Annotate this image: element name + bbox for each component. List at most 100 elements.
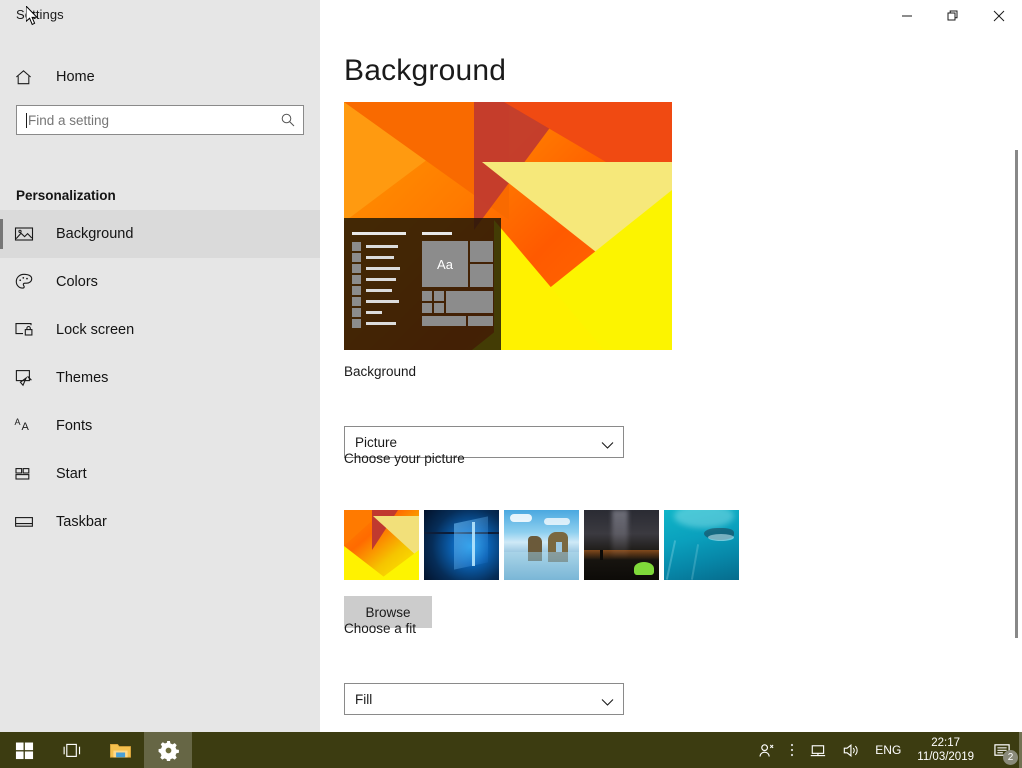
- restore-button[interactable]: [930, 0, 976, 32]
- search-placeholder: Find a setting: [28, 112, 110, 128]
- palette-icon: [14, 272, 46, 292]
- language-indicator[interactable]: ENG: [868, 743, 908, 757]
- sidebar: Home Find a setting Personalization Back…: [0, 32, 320, 732]
- picture-thumbnails: [344, 510, 739, 580]
- start-menu-tile: [422, 291, 432, 301]
- choose-fit-label: Choose a fit: [344, 621, 417, 636]
- notifications-button[interactable]: 2: [983, 732, 1022, 768]
- background-type-value: Picture: [355, 434, 398, 450]
- sidebar-item-start[interactable]: Start: [0, 450, 320, 498]
- sidebar-item-background[interactable]: Background: [0, 210, 320, 258]
- desktop-preview: Aa: [344, 102, 672, 350]
- choose-picture-label: Choose your picture: [344, 451, 465, 466]
- preview-start-menu: Aa: [344, 218, 501, 350]
- start-menu-tile: [422, 316, 466, 326]
- thumbnail-windows-10-hero-blue[interactable]: [424, 510, 499, 580]
- search-caret: [26, 112, 27, 128]
- notification-count-badge: 2: [1003, 750, 1018, 765]
- start-menu-app-list: [352, 232, 414, 329]
- search-icon[interactable]: [280, 112, 296, 133]
- sidebar-item-lock-screen-label: Lock screen: [56, 322, 135, 338]
- start-menu-tiles: [422, 232, 494, 241]
- brush-icon: [14, 368, 46, 388]
- settings-button[interactable]: [144, 732, 192, 768]
- sidebar-item-background-label: Background: [56, 226, 134, 242]
- lock-screen-icon: [14, 320, 46, 340]
- sidebar-nav-list: Background Colors Lock screen Themes A A…: [0, 210, 320, 546]
- file-explorer-button[interactable]: [96, 732, 144, 768]
- thumbnail-underwater-turquoise[interactable]: [664, 510, 739, 580]
- sidebar-item-home-label: Home: [56, 69, 95, 85]
- task-view-button[interactable]: [48, 732, 96, 768]
- clock-time: 22:17: [931, 737, 961, 749]
- taskbar-buttons: [0, 732, 192, 768]
- sidebar-item-colors[interactable]: Colors: [0, 258, 320, 306]
- network-icon[interactable]: [802, 732, 835, 768]
- start-menu-tile: [446, 291, 493, 313]
- chevron-down-icon: [601, 437, 614, 455]
- start-menu-tile-aa: Aa: [422, 241, 468, 287]
- search-input[interactable]: Find a setting: [16, 105, 304, 135]
- image-icon: [14, 224, 46, 244]
- settings-window: Settings Home Find a setting Personaliza…: [0, 0, 1022, 732]
- start-menu-list-item: [352, 252, 414, 263]
- content-pane: Background Aa Background Picture Choose …: [320, 32, 1022, 732]
- close-button[interactable]: [976, 0, 1022, 32]
- taskbar: ENG 22:17 11/03/2019 2: [0, 732, 1022, 768]
- start-menu-tile: [468, 316, 493, 326]
- sidebar-item-fonts[interactable]: A A Fonts: [0, 402, 320, 450]
- start-menu-list-item: [352, 274, 414, 285]
- sidebar-section-title: Personalization: [16, 188, 116, 203]
- system-tray: ENG 22:17 11/03/2019 2: [751, 732, 1022, 768]
- wallpaper-triangle-yellow-lower: [494, 220, 604, 350]
- sidebar-item-colors-label: Colors: [56, 274, 98, 290]
- minimize-button[interactable]: [884, 0, 930, 32]
- start-menu-tile: [470, 264, 493, 287]
- start-menu-tile: [434, 303, 444, 313]
- sidebar-item-themes[interactable]: Themes: [0, 354, 320, 402]
- background-field-label: Background: [344, 364, 417, 379]
- sidebar-item-themes-label: Themes: [56, 370, 109, 386]
- clock[interactable]: 22:17 11/03/2019: [908, 732, 983, 768]
- window-title: Settings: [16, 7, 64, 22]
- start-menu-tile: [470, 241, 493, 262]
- start-menu-list-item: [352, 296, 414, 307]
- window-controls: [884, 0, 1022, 32]
- fit-dropdown[interactable]: Fill: [344, 683, 624, 715]
- start-menu-tiles-header: [422, 232, 452, 235]
- start-grid-icon: [14, 464, 46, 484]
- thumbnail-geometric-orange-yellow[interactable]: [344, 510, 419, 580]
- sidebar-item-home[interactable]: Home: [0, 57, 320, 97]
- start-menu-list-item: [352, 285, 414, 296]
- start-menu-list-header: [352, 232, 406, 235]
- sidebar-item-start-label: Start: [56, 466, 87, 482]
- start-button[interactable]: [0, 732, 48, 768]
- volume-icon[interactable]: [835, 732, 868, 768]
- clock-date: 11/03/2019: [917, 751, 974, 763]
- thumbnail-beach-rock-arch[interactable]: [504, 510, 579, 580]
- title-bar: Settings: [0, 0, 1022, 32]
- fonts-aa-icon: A A: [14, 416, 46, 436]
- content-scrollbar[interactable]: [1015, 150, 1018, 638]
- fit-value: Fill: [355, 691, 373, 707]
- start-menu-tile: [434, 291, 444, 301]
- screen: Settings Home Find a setting Personaliza…: [0, 0, 1022, 768]
- thumbnail-night-sky-tent[interactable]: [584, 510, 659, 580]
- start-menu-tile: [422, 303, 432, 313]
- chevron-down-icon: [601, 694, 614, 712]
- people-icon[interactable]: [751, 732, 782, 768]
- start-menu-list-item: [352, 241, 414, 252]
- sidebar-item-taskbar-label: Taskbar: [56, 514, 107, 530]
- taskbar-icon: [14, 512, 46, 532]
- start-menu-tile-aa-label: Aa: [437, 256, 453, 272]
- page-title: Background: [344, 54, 507, 87]
- sidebar-item-lock-screen[interactable]: Lock screen: [0, 306, 320, 354]
- svg-text:A: A: [15, 417, 21, 427]
- sidebar-item-fonts-label: Fonts: [56, 418, 93, 434]
- start-menu-list-item: [352, 307, 414, 318]
- start-menu-list-item: [352, 263, 414, 274]
- start-menu-list-item: [352, 318, 414, 329]
- home-icon: [14, 68, 46, 87]
- sidebar-item-taskbar[interactable]: Taskbar: [0, 498, 320, 546]
- show-hidden-icons-icon[interactable]: [782, 732, 802, 768]
